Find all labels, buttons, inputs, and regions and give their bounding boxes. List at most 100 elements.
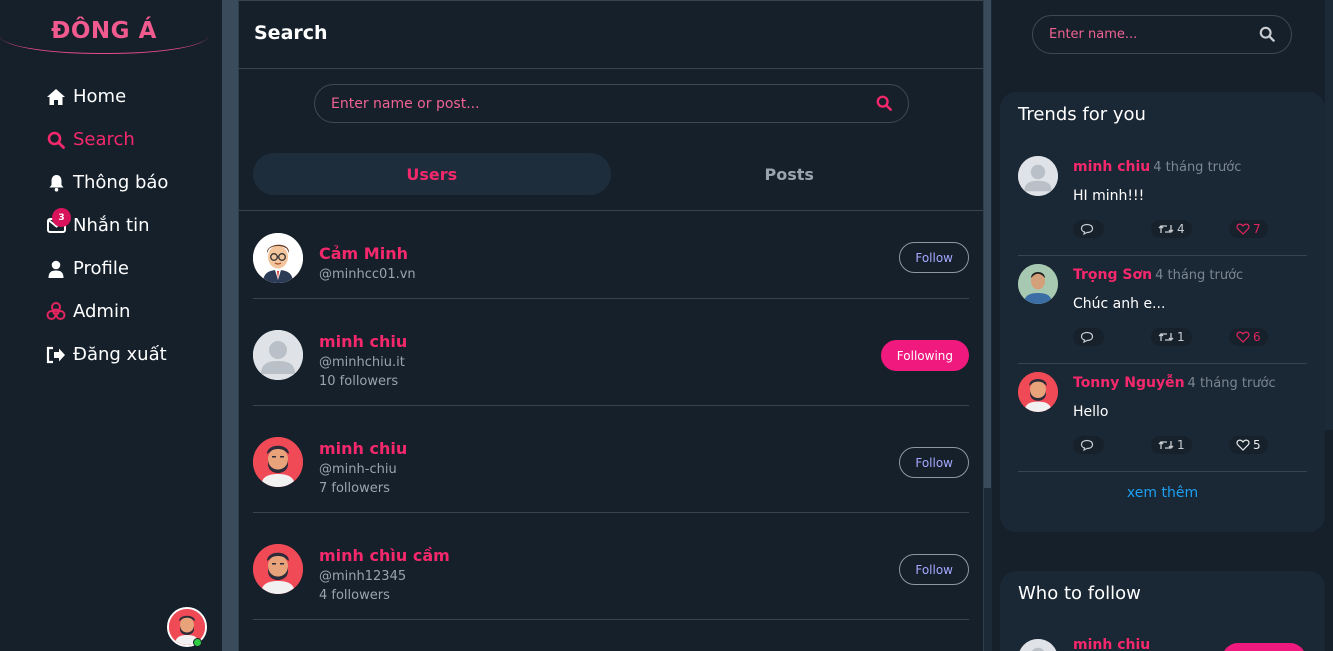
sidebar-item-admin[interactable]: Admin bbox=[46, 290, 168, 333]
like-button[interactable]: 7 bbox=[1229, 220, 1268, 238]
search-icon[interactable] bbox=[1259, 26, 1277, 44]
user-handle: @minh12345 bbox=[319, 569, 407, 584]
sidebar-item-profile[interactable]: Profile bbox=[46, 247, 168, 290]
heart-icon bbox=[1236, 439, 1250, 451]
user-name[interactable]: minh chiu bbox=[319, 332, 407, 351]
sidebar-item-label: Đăng xuất bbox=[73, 344, 167, 365]
trend-author-name[interactable]: Tonny Nguyễn bbox=[1073, 375, 1185, 391]
retweet-count: 1 bbox=[1177, 438, 1185, 452]
trend-actions: 1 5 bbox=[1073, 436, 1307, 454]
user-name[interactable]: minh chìu cầm bbox=[319, 546, 450, 565]
trends-card: Trends for you minh chiu 4 tháng trước HI… bbox=[1000, 92, 1325, 532]
avatar[interactable] bbox=[253, 330, 303, 380]
trend-author[interactable]: Tonny Nguyễn 4 tháng trước bbox=[1073, 375, 1276, 391]
trend-item[interactable]: minh chiu 4 tháng trước HI minh!!! 4 7 bbox=[1018, 148, 1307, 256]
main-column: Search Users Posts Cảm Minh @minhcc01.vn… bbox=[238, 0, 984, 651]
cartoon-man-glasses-avatar-icon bbox=[253, 233, 303, 283]
avatar[interactable] bbox=[253, 544, 303, 594]
main-scrollbar-thumb[interactable] bbox=[984, 0, 991, 488]
user-followers: 10 followers bbox=[319, 374, 399, 389]
home-icon bbox=[46, 87, 66, 107]
sidebar-nav: Home Search Thông báo 3 Nhắn tin Profile… bbox=[46, 75, 168, 376]
retweet-button[interactable]: 4 bbox=[1151, 220, 1192, 238]
app-logo[interactable]: ĐÔNG Á bbox=[0, 18, 208, 44]
see-more-link[interactable]: xem thêm bbox=[1000, 485, 1325, 501]
list-item[interactable]: minh chiu @minh-chiu 7 followers Follow bbox=[253, 406, 969, 513]
retweet-count: 4 bbox=[1177, 222, 1185, 236]
comment-icon bbox=[1080, 439, 1094, 451]
message-count-badge: 3 bbox=[52, 208, 71, 227]
trend-author[interactable]: Trọng Sơn 4 tháng trước bbox=[1073, 267, 1243, 283]
retweet-button[interactable]: 1 bbox=[1151, 328, 1192, 346]
page-title: Search bbox=[254, 22, 328, 44]
user-handle: @minh-chiu bbox=[319, 462, 397, 477]
trend-text: Chúc anh e... bbox=[1073, 296, 1166, 312]
user-name[interactable]: Cảm Minh bbox=[319, 244, 408, 263]
right-scrollbar[interactable] bbox=[1325, 0, 1333, 430]
user-name[interactable]: minh chiu bbox=[319, 439, 407, 458]
sidebar-item-logout[interactable]: Đăng xuất bbox=[46, 333, 168, 376]
comment-button[interactable] bbox=[1073, 436, 1104, 454]
trend-author[interactable]: minh chiu 4 tháng trước bbox=[1073, 159, 1241, 175]
avatar[interactable] bbox=[1018, 156, 1058, 196]
trend-author-name[interactable]: minh chiu bbox=[1073, 159, 1150, 175]
man-photo-avatar-icon bbox=[1018, 264, 1058, 304]
default-user-avatar-icon bbox=[253, 330, 303, 380]
trend-item[interactable]: Trọng Sơn 4 tháng trước Chúc anh e... 1 6 bbox=[1018, 256, 1307, 364]
sidebar-item-notifications[interactable]: Thông báo bbox=[46, 161, 168, 204]
avatar[interactable] bbox=[253, 233, 303, 283]
user-followers: 7 followers bbox=[319, 481, 390, 496]
who-to-follow-title: Who to follow bbox=[1018, 583, 1141, 604]
bell-icon bbox=[46, 173, 66, 193]
bearded-man-avatar-icon bbox=[253, 544, 303, 594]
sidebar-item-messages[interactable]: 3 Nhắn tin bbox=[46, 204, 168, 247]
left-scroll-gutter bbox=[222, 0, 238, 651]
tab-users[interactable]: Users bbox=[253, 153, 611, 195]
comment-icon bbox=[1080, 331, 1094, 343]
heart-icon bbox=[1236, 331, 1250, 343]
avatar[interactable] bbox=[1018, 264, 1058, 304]
right-search-input[interactable] bbox=[1049, 16, 1249, 53]
follow-button[interactable]: Follow bbox=[899, 554, 969, 585]
following-button[interactable]: Following bbox=[880, 340, 969, 371]
heart-icon bbox=[1236, 223, 1250, 235]
avatar[interactable] bbox=[253, 437, 303, 487]
sidebar-item-search[interactable]: Search bbox=[46, 118, 168, 161]
trend-item[interactable]: Tonny Nguyễn 4 tháng trước Hello 1 5 bbox=[1018, 364, 1307, 472]
trend-actions: 1 6 bbox=[1073, 328, 1307, 346]
retweet-icon bbox=[1158, 441, 1174, 449]
trend-text: Hello bbox=[1073, 404, 1109, 420]
list-item[interactable]: minh chìu cầm @minh12345 4 followers Fol… bbox=[253, 513, 969, 620]
online-status-dot bbox=[193, 638, 202, 647]
main-search-input[interactable] bbox=[331, 85, 851, 122]
retweet-button[interactable]: 1 bbox=[1151, 436, 1192, 454]
search-tabs: Users Posts bbox=[253, 153, 968, 195]
follow-button[interactable] bbox=[1222, 643, 1306, 651]
follow-button[interactable]: Follow bbox=[899, 242, 969, 273]
avatar[interactable] bbox=[1018, 639, 1058, 651]
tab-posts[interactable]: Posts bbox=[611, 153, 969, 195]
bearded-man-avatar-icon bbox=[1018, 372, 1058, 412]
sidebar-item-home[interactable]: Home bbox=[46, 75, 168, 118]
search-submit-icon[interactable] bbox=[876, 95, 894, 113]
comment-button[interactable] bbox=[1073, 220, 1104, 238]
follow-button[interactable]: Follow bbox=[899, 447, 969, 478]
avatar[interactable] bbox=[1018, 372, 1058, 412]
main-search-box bbox=[314, 84, 909, 123]
like-count: 7 bbox=[1253, 222, 1261, 236]
comment-icon bbox=[1080, 223, 1094, 235]
right-search-box bbox=[1032, 15, 1292, 54]
left-sidebar: ĐÔNG Á Home Search Thông báo 3 Nhắn tin … bbox=[0, 0, 222, 651]
like-button[interactable]: 6 bbox=[1229, 328, 1268, 346]
trend-time: 4 tháng trước bbox=[1187, 376, 1276, 391]
list-item[interactable]: Cảm Minh @minhcc01.vn Follow bbox=[253, 211, 969, 299]
list-item[interactable]: minh chiu @minhchiu.it 10 followers Foll… bbox=[253, 299, 969, 406]
suggested-user-name[interactable]: minh chiu bbox=[1073, 637, 1150, 651]
trend-time: 4 tháng trước bbox=[1153, 160, 1242, 175]
trend-author-name[interactable]: Trọng Sơn bbox=[1073, 267, 1152, 283]
comment-button[interactable] bbox=[1073, 328, 1104, 346]
retweet-icon bbox=[1158, 333, 1174, 341]
trend-actions: 4 7 bbox=[1073, 220, 1307, 238]
who-to-follow-card: Who to follow minh chiu bbox=[1000, 571, 1325, 651]
like-button[interactable]: 5 bbox=[1229, 436, 1268, 454]
